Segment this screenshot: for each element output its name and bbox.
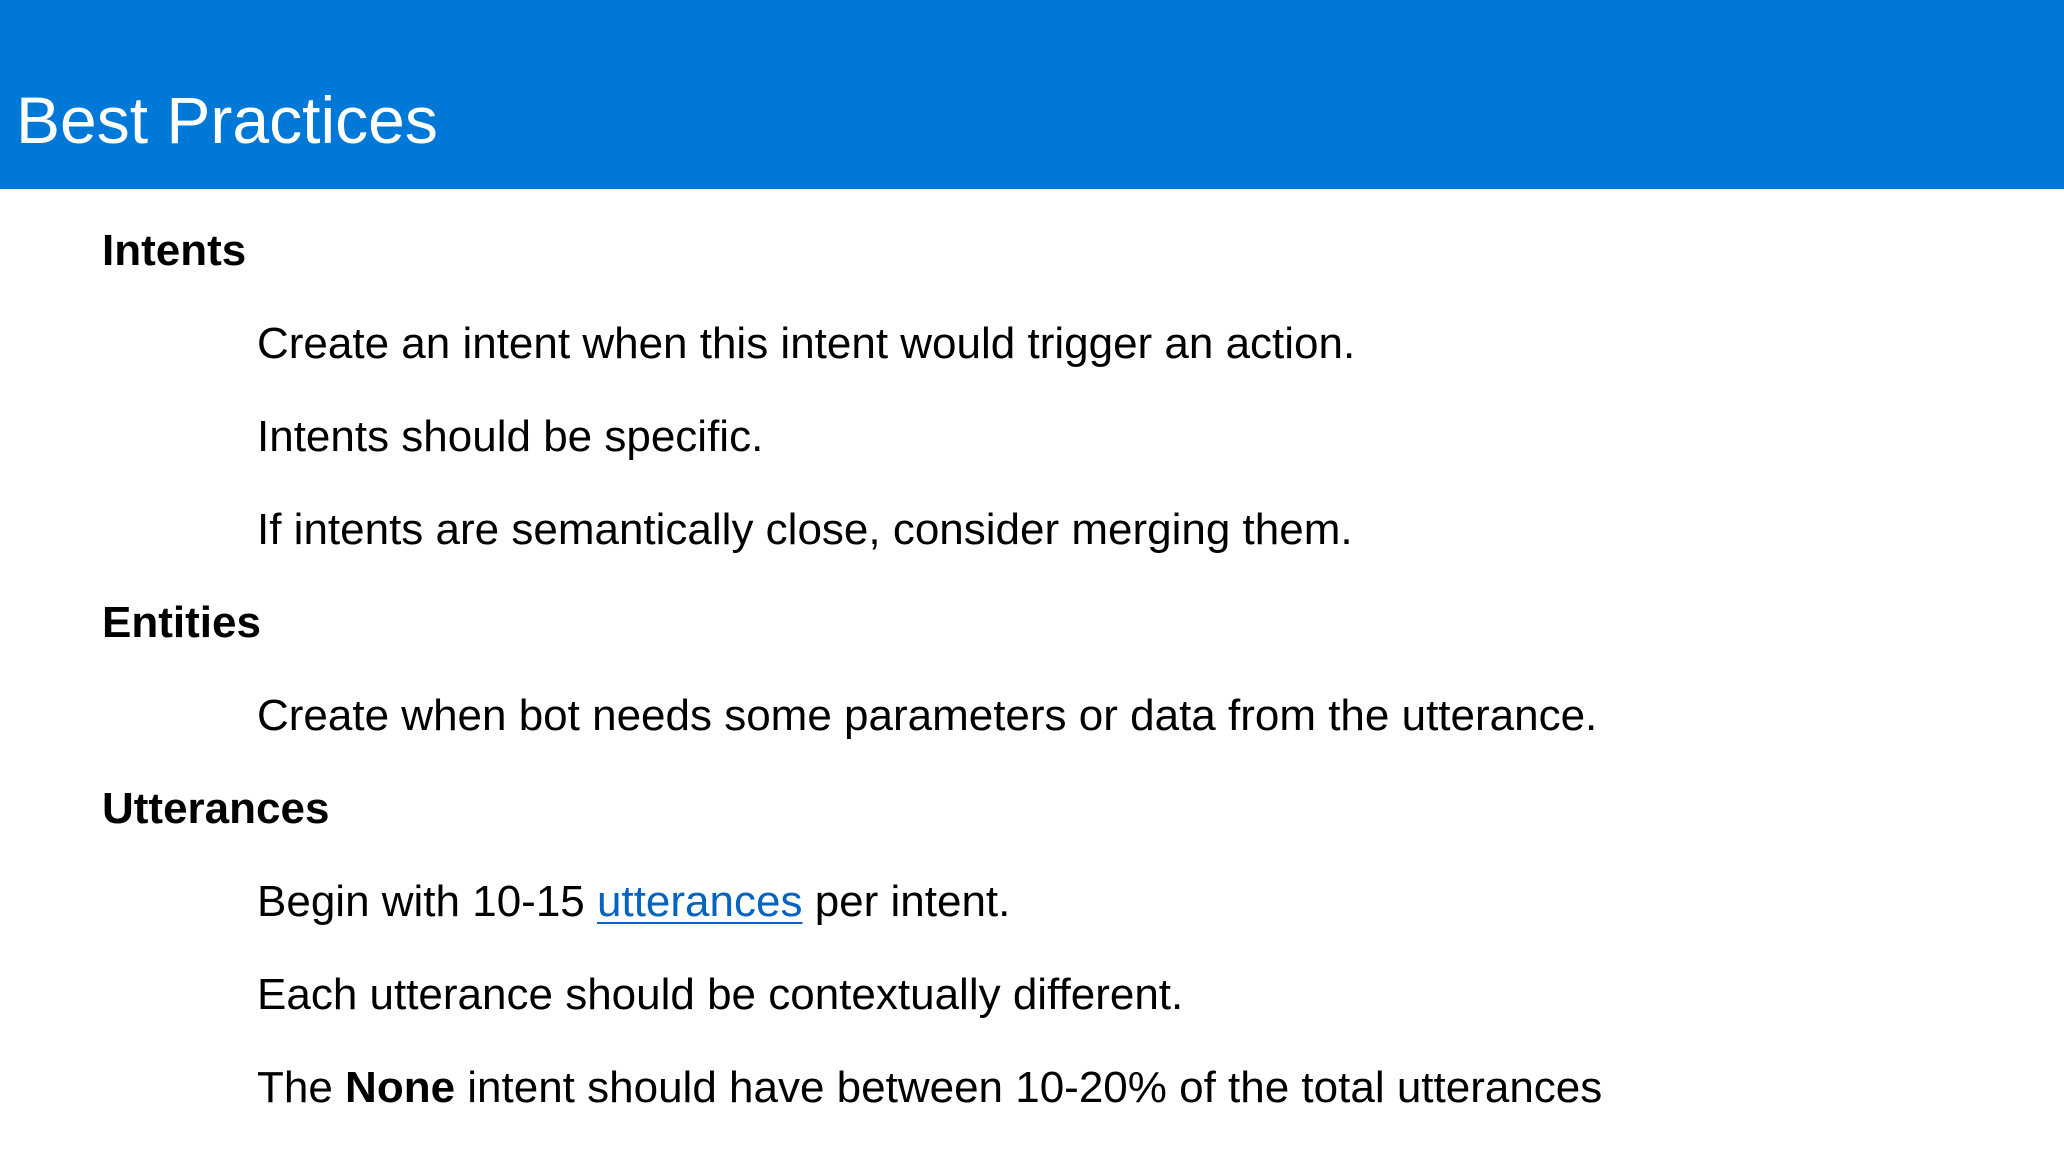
utterances-item-3: The None intent should have between 10-2… [257,1060,1602,1116]
utterances-link[interactable]: utterances [597,877,802,926]
slide-title: Best Practices [16,83,438,157]
section-heading-utterances: Utterances [102,784,330,833]
utterances-item-3-text-before: The [257,1063,346,1112]
intents-item-3: If intents are semantically close, consi… [257,505,1353,554]
title-bar: Best Practices [0,0,2064,189]
entities-item-1: Create when bot needs some parameters or… [257,691,1598,740]
utterances-item-1-text-after: per intent. [802,877,1011,926]
utterances-item-1-text-before: Begin with 10-15 [257,877,597,926]
intents-item-2: Intents should be specific. [257,412,764,461]
utterances-item-1: Begin with 10-15 utterances per intent. [257,874,1010,930]
intents-item-1: Create an intent when this intent would … [257,319,1356,368]
none-intent-label: None [345,1063,456,1112]
section-heading-entities: Entities [102,598,261,647]
utterances-item-3-text-after: intent should have between 10-20% of the… [455,1063,1603,1112]
utterances-item-2: Each utterance should be contextually di… [257,970,1184,1019]
section-heading-intents: Intents [102,226,247,275]
